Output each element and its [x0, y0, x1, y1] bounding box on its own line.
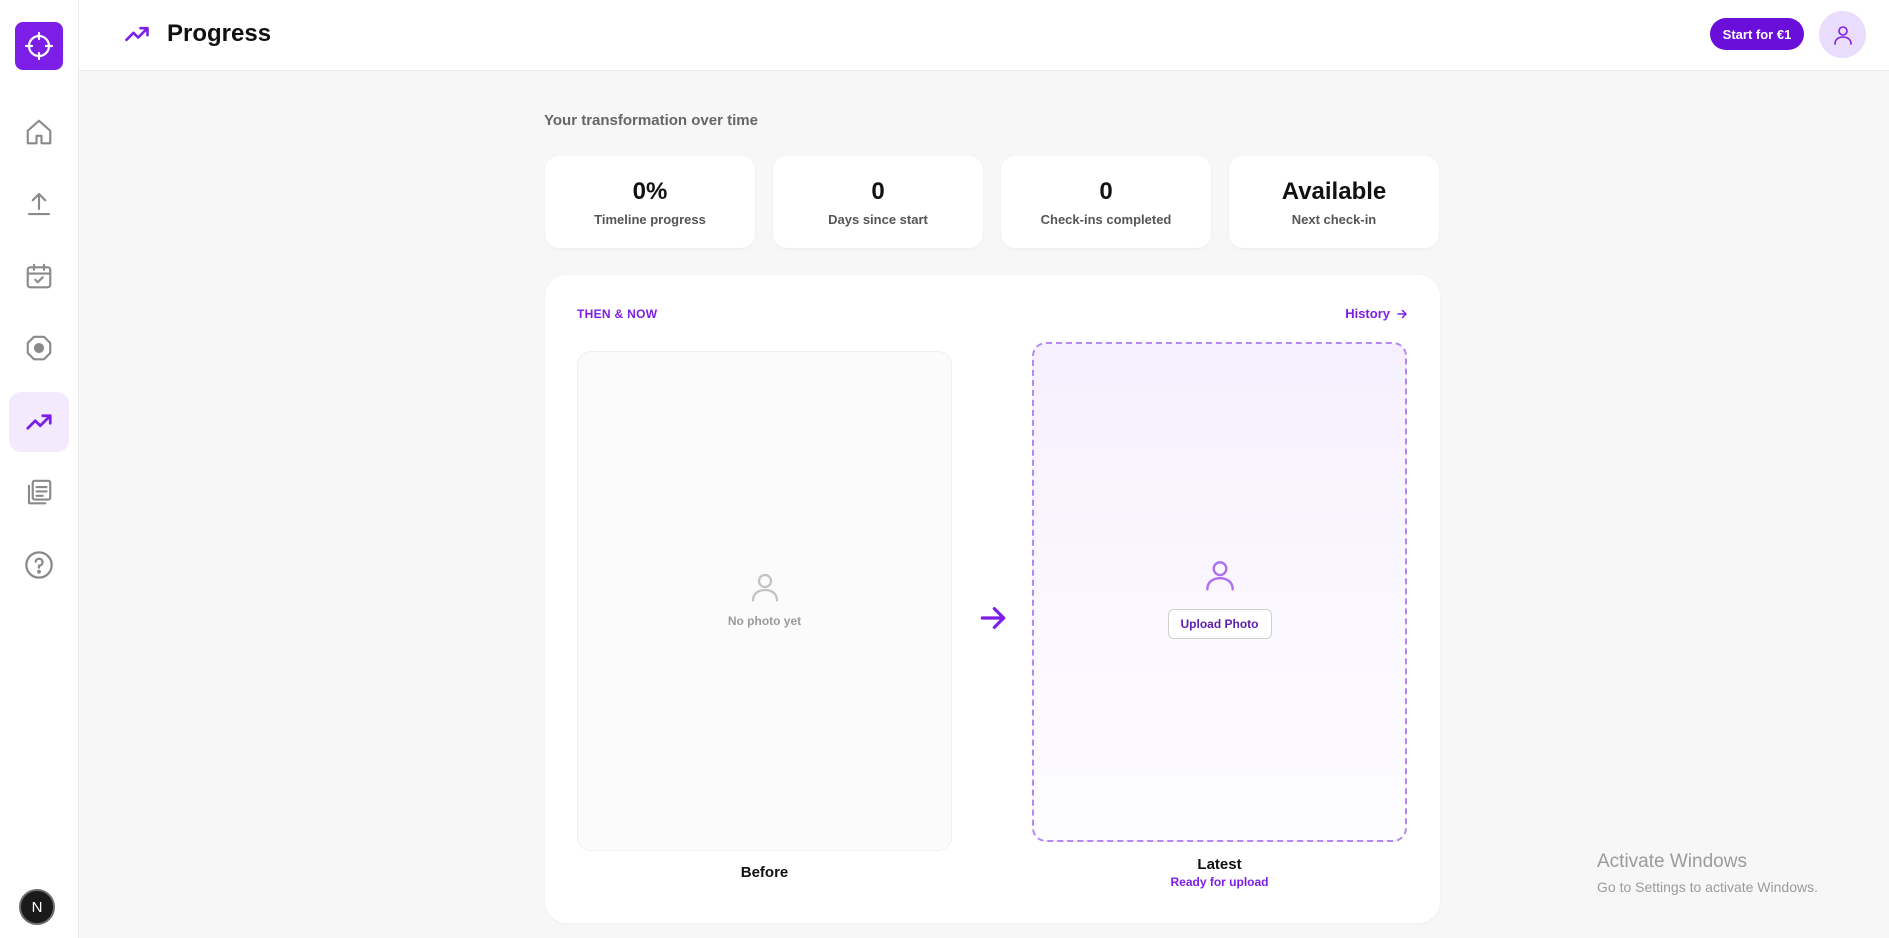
user-avatar[interactable]: [1819, 11, 1866, 58]
watermark-subtitle: Go to Settings to activate Windows.: [1597, 879, 1818, 895]
calendar-check-icon: [26, 263, 52, 289]
upload-photo-button[interactable]: Upload Photo: [1167, 609, 1272, 639]
library-icon: [27, 479, 52, 505]
stat-value: Available: [1281, 178, 1387, 205]
history-link[interactable]: History: [1345, 306, 1408, 321]
sidebar-item-upload[interactable]: [9, 174, 69, 234]
then-and-now-panel: THEN & NOW History No photo yet Upload P…: [545, 275, 1440, 923]
stat-card-checkins: 0 Check-ins completed: [1001, 156, 1211, 248]
stat-value: 0: [1099, 178, 1113, 205]
section-label: THEN & NOW: [577, 307, 658, 321]
stat-label: Days since start: [828, 212, 928, 227]
watermark-title: Activate Windows: [1597, 851, 1747, 872]
sidebar-item-target[interactable]: [9, 318, 69, 378]
arrow-right-icon: [1397, 309, 1407, 318]
sidebar-item-progress[interactable]: [9, 392, 69, 452]
crosshair-icon: [24, 31, 54, 61]
sidebar: N: [0, 0, 79, 938]
workspace-avatar[interactable]: N: [19, 889, 55, 925]
stat-card-next-checkin: Available Next check-in: [1229, 156, 1439, 248]
target-icon: [26, 335, 52, 361]
stat-label: Check-ins completed: [1040, 212, 1172, 227]
page-title: Progress: [167, 20, 272, 47]
home-icon: [26, 119, 52, 145]
upload-icon: [27, 192, 51, 216]
sidebar-item-home[interactable]: [9, 102, 69, 162]
upload-state: Upload Photo: [1034, 556, 1405, 639]
stat-label: Next check-in: [1291, 212, 1377, 227]
user-icon: [1205, 561, 1234, 591]
start-trial-button[interactable]: Start for €1: [1710, 18, 1804, 50]
empty-state: No photo yet: [578, 569, 951, 628]
stat-value: 0: [871, 178, 885, 205]
user-icon: [1833, 25, 1852, 45]
sidebar-item-library[interactable]: [9, 462, 69, 522]
stat-label: Timeline progress: [594, 212, 706, 227]
top-header: Progress Start for €1: [79, 0, 1889, 71]
page-subtitle: Your transformation over time: [544, 112, 758, 129]
trending-up-icon: [125, 26, 149, 42]
stat-card-days: 0 Days since start: [773, 156, 983, 248]
user-icon: [751, 573, 778, 602]
before-caption: Before: [740, 864, 789, 881]
history-label: History: [1345, 306, 1390, 321]
windows-activation-watermark: Activate Windows Go to Settings to activ…: [1597, 851, 1818, 895]
app-logo[interactable]: [15, 22, 63, 70]
arrow-right-icon: [980, 607, 1006, 629]
before-photo-placeholder: No photo yet: [577, 351, 952, 851]
sidebar-item-calendar[interactable]: [9, 246, 69, 306]
latest-status: Ready for upload: [1170, 875, 1269, 889]
stat-value: 0%: [632, 178, 668, 205]
stat-card-timeline: 0% Timeline progress: [545, 156, 755, 248]
trending-up-icon: [26, 414, 52, 430]
latest-photo-dropzone[interactable]: Upload Photo: [1032, 342, 1407, 842]
help-icon: [25, 551, 53, 579]
no-photo-text: No photo yet: [727, 614, 802, 628]
sidebar-item-help[interactable]: [9, 535, 69, 595]
latest-caption: Latest: [1197, 856, 1242, 873]
